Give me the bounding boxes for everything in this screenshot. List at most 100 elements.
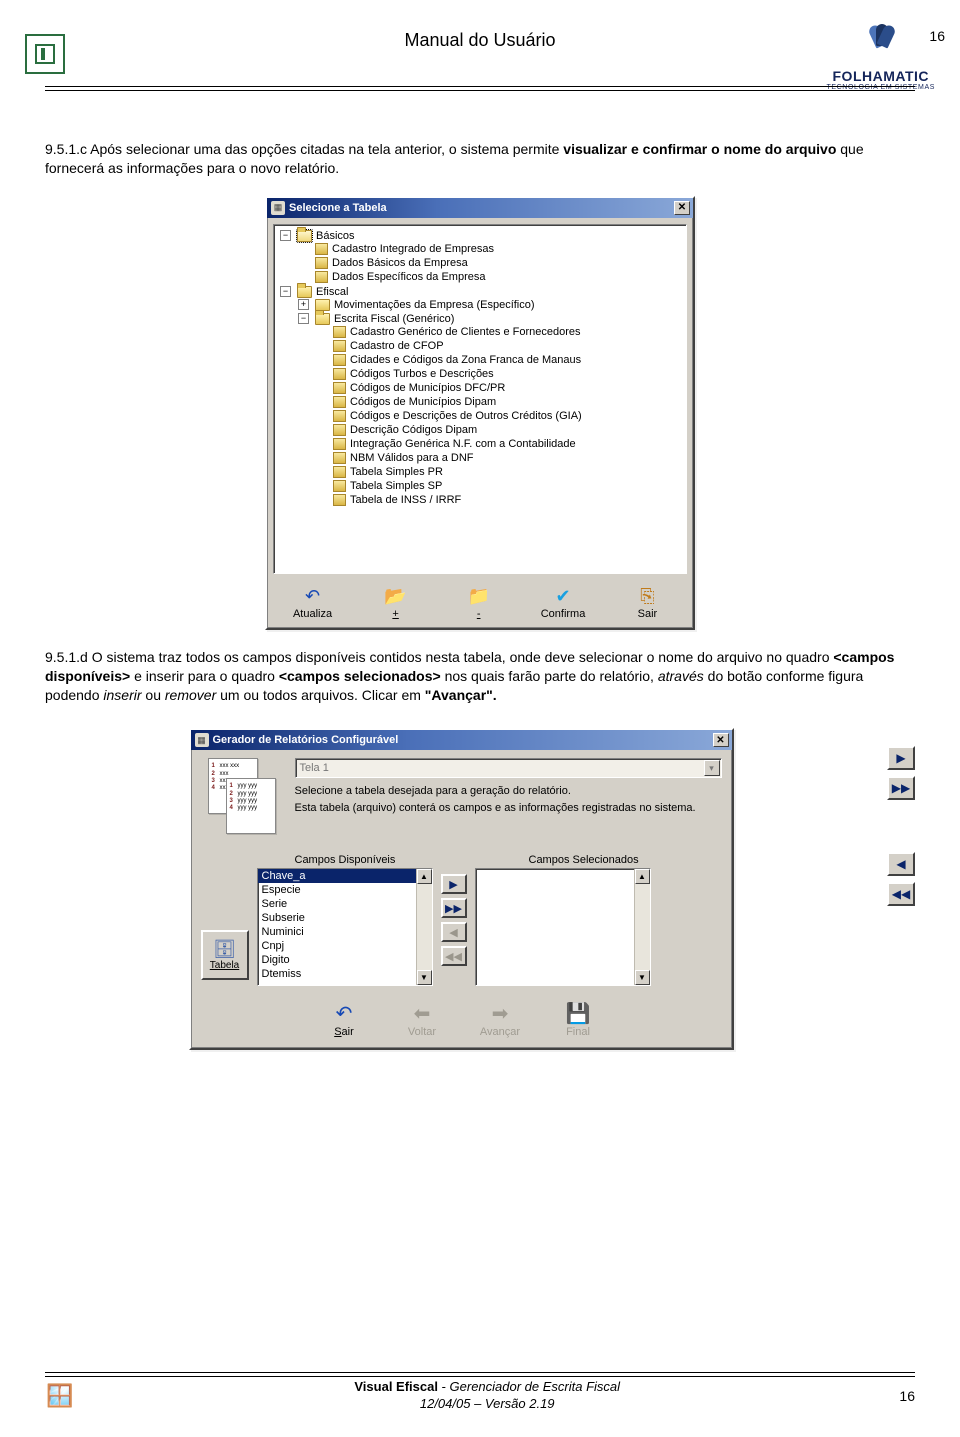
page-number-top: 16: [929, 28, 945, 44]
collapse-icon[interactable]: −: [280, 286, 291, 297]
list-item[interactable]: Especie: [258, 883, 432, 897]
tree-leaf[interactable]: Integração Genérica N.F. com a Contabili…: [350, 438, 576, 450]
scrollbar[interactable]: ▲ ▼: [634, 869, 650, 985]
window-title: Selecione a Tabela: [289, 202, 674, 214]
close-icon[interactable]: ✕: [713, 733, 729, 747]
tree-leaf[interactable]: NBM Válidos para a DNF: [350, 452, 474, 464]
scroll-down-icon[interactable]: ▼: [635, 970, 650, 985]
move-right-button[interactable]: ▶: [441, 874, 467, 894]
folder-plus-icon: 📂: [375, 586, 417, 608]
tree-leaf[interactable]: Códigos de Municípios DFC/PR: [350, 382, 505, 394]
expand-icon[interactable]: +: [298, 299, 309, 310]
tree-leaf[interactable]: Cadastro Integrado de Empresas: [332, 243, 494, 255]
window-title: Gerador de Relatórios Configurável: [213, 734, 713, 746]
file-icon: [315, 271, 328, 283]
save-icon: 💾: [549, 1000, 607, 1026]
titlebar[interactable]: ▦ Selecione a Tabela ✕: [267, 198, 693, 218]
table-tree[interactable]: −Básicos Cadastro Integrado de Empresas …: [273, 224, 687, 574]
file-icon: [333, 494, 346, 506]
paragraph-951c: 9.5.1.c Após selecionar uma das opções c…: [45, 140, 915, 178]
check-icon: ✔: [541, 586, 586, 608]
page-number-bottom: 16: [899, 1388, 915, 1404]
screen-select[interactable]: Tela 1 ▾: [295, 758, 722, 778]
tree-leaf[interactable]: Cidades e Códigos da Zona Franca de Mana…: [350, 354, 581, 366]
instruction-line: Selecione a tabela desejada para a geraç…: [295, 784, 722, 798]
refresh-button[interactable]: ↶ Atualiza: [286, 584, 340, 622]
table-icon: 🗄: [213, 939, 236, 960]
brand-logo: FOLHAMATIC TECNOLOGIA EM SISTEMAS: [827, 20, 936, 91]
list-item[interactable]: Digito: [258, 953, 432, 967]
tree-leaf[interactable]: Dados Específicos da Empresa: [332, 271, 485, 283]
tree-node-basicos[interactable]: Básicos: [316, 230, 355, 242]
dialog-toolbar: ↶ Atualiza 📂 + 📁 - ✔ Confirma ⎘ Sair: [267, 580, 693, 628]
scrollbar[interactable]: ▲ ▼: [416, 869, 432, 985]
door-exit-icon: ⎘: [626, 586, 668, 608]
tree-leaf[interactable]: Códigos e Descrições de Outros Créditos …: [350, 410, 582, 422]
thumb-page: 1yyy yyy 2yyy yyy 3yyy yyy 4yyy yyy: [226, 778, 276, 834]
paragraph-951d: 9.5.1.d O sistema traz todos os campos d…: [45, 648, 915, 705]
btn-cap: air: [342, 1026, 354, 1038]
table-button[interactable]: 🗄 Tabela: [201, 930, 249, 980]
scroll-up-icon[interactable]: ▲: [635, 869, 650, 884]
combo-value: Tela 1: [300, 762, 329, 774]
collapse-icon[interactable]: −: [298, 313, 309, 324]
nav-right-button[interactable]: ▶: [887, 746, 915, 770]
tree-node-escrita[interactable]: Escrita Fiscal (Genérico): [334, 313, 454, 325]
chevron-down-icon[interactable]: ▾: [704, 760, 720, 776]
tree-leaf[interactable]: Cadastro de CFOP: [350, 340, 444, 352]
available-fields-list[interactable]: Chave_aEspecieSerieSubserieNuminiciCnpjD…: [257, 868, 433, 986]
tree-leaf[interactable]: Tabela de INSS / IRRF: [350, 494, 461, 506]
tree-leaf[interactable]: Cadastro Genérico de Clientes e Forneced…: [350, 326, 581, 338]
dialog-select-table: ▦ Selecione a Tabela ✕ − Básicos Cadastro…: [265, 196, 695, 630]
list-item[interactable]: Chave_a: [258, 869, 432, 883]
exit-button[interactable]: ⎘ Sair: [620, 584, 674, 622]
list-item[interactable]: Numinici: [258, 925, 432, 939]
selected-fields-list[interactable]: ▲ ▼: [475, 868, 651, 986]
file-icon: [333, 354, 346, 366]
collapse-all-button[interactable]: 📁 -: [452, 584, 506, 622]
tree-node-mov[interactable]: Movimentações da Empresa (Específico): [334, 299, 535, 311]
list-item[interactable]: Cnpj: [258, 939, 432, 953]
tree-leaf[interactable]: Tabela Simples SP: [350, 480, 442, 492]
close-icon[interactable]: ✕: [674, 201, 690, 215]
window-icon: ▦: [195, 733, 209, 747]
expand-all-button[interactable]: 📂 +: [369, 584, 423, 622]
list-item[interactable]: Dtemiss: [258, 967, 432, 981]
tree-leaf[interactable]: Dados Básicos da Empresa: [332, 257, 468, 269]
tree-node-efiscal[interactable]: Efiscal: [316, 286, 348, 298]
back-button[interactable]: ⬅ Voltar: [393, 1000, 451, 1038]
tree-leaf[interactable]: Descrição Códigos Dipam: [350, 424, 477, 436]
collapse-icon[interactable]: −: [280, 230, 291, 241]
nav-left-button[interactable]: ◀: [887, 852, 915, 876]
tree-leaf[interactable]: Códigos Turbos e Descrições: [350, 368, 494, 380]
file-icon: [333, 410, 346, 422]
page-header-title: Manual do Usuário: [45, 20, 915, 51]
label-available: Campos Disponíveis: [295, 854, 505, 866]
move-left-button[interactable]: ◀: [441, 922, 467, 942]
tree-leaf[interactable]: Tabela Simples PR: [350, 466, 443, 478]
nav-fast-right-button[interactable]: ▶▶: [887, 776, 915, 800]
para1-text: 9.5.1.c Após selecionar uma das opções c…: [45, 141, 563, 157]
folder-icon: [297, 286, 312, 298]
confirm-button[interactable]: ✔ Confirma: [535, 584, 592, 622]
folder-minus-icon: 📁: [458, 586, 500, 608]
tree-leaf[interactable]: Códigos de Municípios Dipam: [350, 396, 496, 408]
scroll-up-icon[interactable]: ▲: [417, 869, 432, 884]
titlebar[interactable]: ▦ Gerador de Relatórios Configurável ✕: [191, 730, 732, 750]
label-selected: Campos Selecionados: [529, 854, 639, 866]
move-all-left-button[interactable]: ◀◀: [441, 946, 467, 966]
nav-fast-left-button[interactable]: ◀◀: [887, 882, 915, 906]
next-button[interactable]: ➡ Avançar: [471, 1000, 529, 1038]
preview-thumbnails: 1xxx xxx 2xxx 3xxx xxx 4xxx 1yyy yyy 2yy…: [201, 758, 285, 836]
exit-button[interactable]: ↶ Sair: [315, 1000, 373, 1038]
list-item[interactable]: Subserie: [258, 911, 432, 925]
move-all-right-button[interactable]: ▶▶: [441, 898, 467, 918]
final-button[interactable]: 💾 Final: [549, 1000, 607, 1038]
file-icon: [333, 452, 346, 464]
folder-icon: [315, 313, 330, 325]
scroll-down-icon[interactable]: ▼: [417, 970, 432, 985]
list-item[interactable]: Serie: [258, 897, 432, 911]
dialog-report-config: ▦ Gerador de Relatórios Configurável ✕ 1…: [189, 728, 734, 1050]
external-nav-column: ▶ ▶▶ ◀ ◀◀: [887, 746, 915, 906]
undo-icon: ↶: [315, 1000, 373, 1026]
